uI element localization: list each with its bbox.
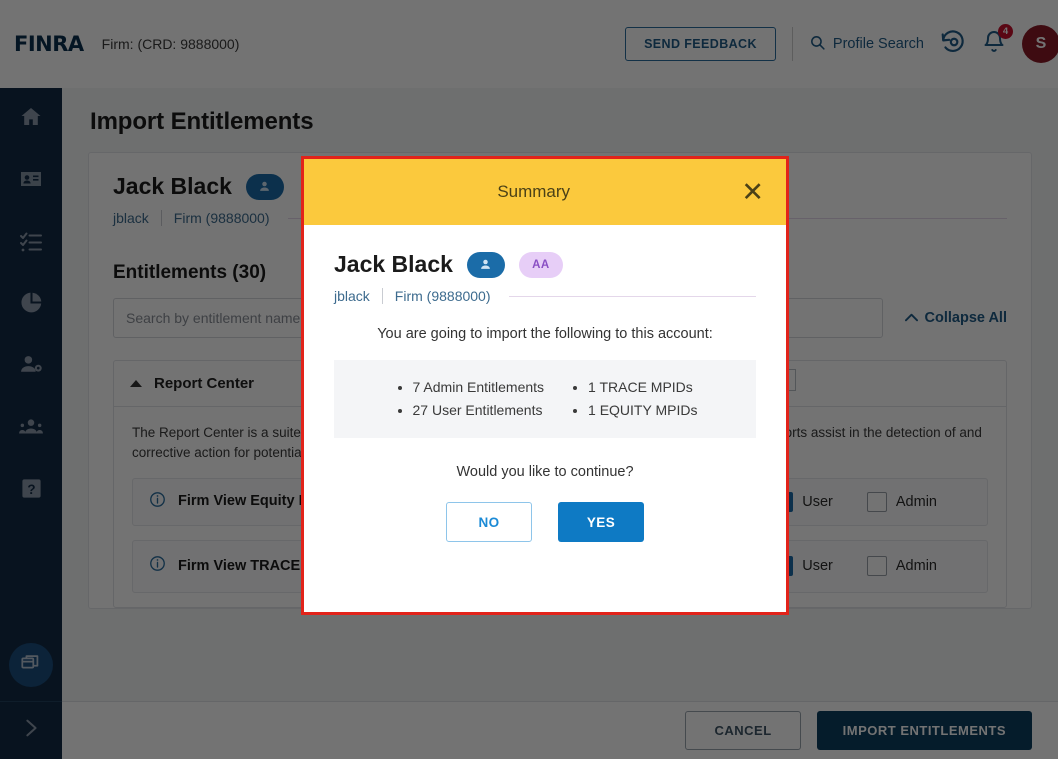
close-icon[interactable]: ✕ [741, 179, 764, 206]
admin-checkbox-group[interactable]: Admin [867, 556, 937, 576]
modal-user-name: Jack Black [334, 251, 453, 278]
sidebar-window-button[interactable] [9, 643, 53, 687]
top-bar-right: SEND FEEDBACK Profile Search [625, 25, 1044, 63]
modal-summary-box: 7 Admin Entitlements 27 User Entitlement… [334, 360, 756, 438]
notification-badge: 4 [998, 24, 1013, 39]
summary-modal: Summary ✕ Jack Black AA jblack Firm (988… [301, 156, 789, 615]
sidebar-item-reports[interactable] [0, 274, 62, 336]
pie-chart-icon [19, 290, 44, 320]
history-eye-icon [940, 29, 966, 60]
summary-list-right: 1 TRACE MPIDs 1 EQUITY MPIDs [568, 376, 697, 422]
modal-aa-badge: AA [519, 252, 563, 278]
user-name: Jack Black [113, 173, 232, 200]
sidebar-item-users-group[interactable] [0, 398, 62, 460]
user-username: jblack [113, 210, 149, 226]
home-icon [19, 105, 43, 134]
caret-up-icon [130, 380, 142, 387]
id-card-icon [19, 167, 43, 196]
info-icon[interactable] [149, 555, 166, 577]
modal-confirm-text: Would you like to continue? [334, 464, 756, 480]
admin-checkbox-label: Admin [896, 558, 937, 574]
import-entitlements-button[interactable]: IMPORT ENTITLEMENTS [817, 711, 1032, 750]
notifications-button[interactable]: 4 [982, 30, 1006, 59]
modal-user-type-badge [467, 252, 505, 278]
user-checkbox-label: User [802, 558, 833, 574]
sidebar: ? [0, 88, 62, 759]
user-type-badge [246, 174, 284, 200]
sidebar-item-help[interactable]: ? [0, 460, 62, 522]
history-button[interactable] [940, 29, 966, 60]
send-feedback-button[interactable]: SEND FEEDBACK [625, 27, 776, 61]
avatar[interactable]: S [1022, 25, 1058, 63]
firm-crd-label: Firm: (CRD: 9888000) [102, 36, 240, 52]
sidebar-item-tasks[interactable] [0, 212, 62, 274]
sidebar-expand-button[interactable] [0, 701, 62, 759]
list-item: 27 User Entitlements [413, 399, 545, 422]
list-item: 1 TRACE MPIDs [588, 376, 697, 399]
divider [792, 27, 793, 61]
user-checkbox-label: User [802, 494, 833, 510]
svg-text:?: ? [27, 482, 35, 497]
modal-user-header: Jack Black AA [334, 251, 756, 278]
top-bar: FINRA Firm: (CRD: 9888000) SEND FEEDBACK… [0, 0, 1058, 88]
finra-logo: FINRA [14, 32, 84, 56]
collapse-all-label: Collapse All [925, 310, 1007, 326]
chevron-up-icon [905, 310, 918, 326]
summary-list-left: 7 Admin Entitlements 27 User Entitlement… [393, 376, 545, 422]
profile-search-label: Profile Search [833, 36, 924, 52]
modal-lead-text: You are going to import the following to… [334, 326, 756, 342]
sidebar-item-user-settings[interactable] [0, 336, 62, 398]
divider [161, 210, 162, 226]
modal-buttons: NO YES [334, 502, 756, 542]
no-button[interactable]: NO [446, 502, 532, 542]
modal-user-meta: jblack Firm (9888000) [334, 288, 756, 304]
search-placeholder: Search by entitlement name [126, 310, 300, 326]
admin-checkbox-label: Admin [896, 494, 937, 510]
divider [382, 288, 383, 304]
sidebar-item-home[interactable] [0, 88, 62, 150]
info-icon[interactable] [149, 491, 166, 513]
modal-header: Summary ✕ [304, 159, 786, 225]
modal-title: Summary [326, 182, 741, 202]
list-item: 1 EQUITY MPIDs [588, 399, 697, 422]
user-firm: Firm (9888000) [174, 210, 270, 226]
admin-checkbox-group[interactable]: Admin [867, 492, 937, 512]
meta-rule [509, 296, 757, 297]
cancel-button[interactable]: CANCEL [685, 711, 800, 750]
users-group-icon [18, 414, 44, 445]
modal-firm: Firm (9888000) [395, 288, 491, 304]
modal-body: Jack Black AA jblack Firm (9888000) You … [304, 225, 786, 542]
profile-search-button[interactable]: Profile Search [809, 34, 924, 55]
page-title: Import Entitlements [62, 88, 1058, 152]
action-bar: CANCEL IMPORT ENTITLEMENTS [62, 701, 1058, 759]
help-icon: ? [20, 477, 43, 505]
list-item: 7 Admin Entitlements [413, 376, 545, 399]
search-icon [809, 34, 826, 55]
sidebar-item-profile[interactable] [0, 150, 62, 212]
admin-checkbox[interactable] [867, 492, 887, 512]
chevron-right-icon [20, 717, 42, 744]
user-gear-icon [19, 352, 44, 382]
windows-copy-icon [20, 652, 42, 679]
modal-username: jblack [334, 288, 370, 304]
checklist-icon [19, 229, 43, 258]
yes-button[interactable]: YES [558, 502, 644, 542]
accordion-title: Report Center [154, 375, 254, 392]
collapse-all-button[interactable]: Collapse All [905, 310, 1007, 326]
admin-checkbox[interactable] [867, 556, 887, 576]
screen: FINRA Firm: (CRD: 9888000) SEND FEEDBACK… [0, 0, 1058, 759]
